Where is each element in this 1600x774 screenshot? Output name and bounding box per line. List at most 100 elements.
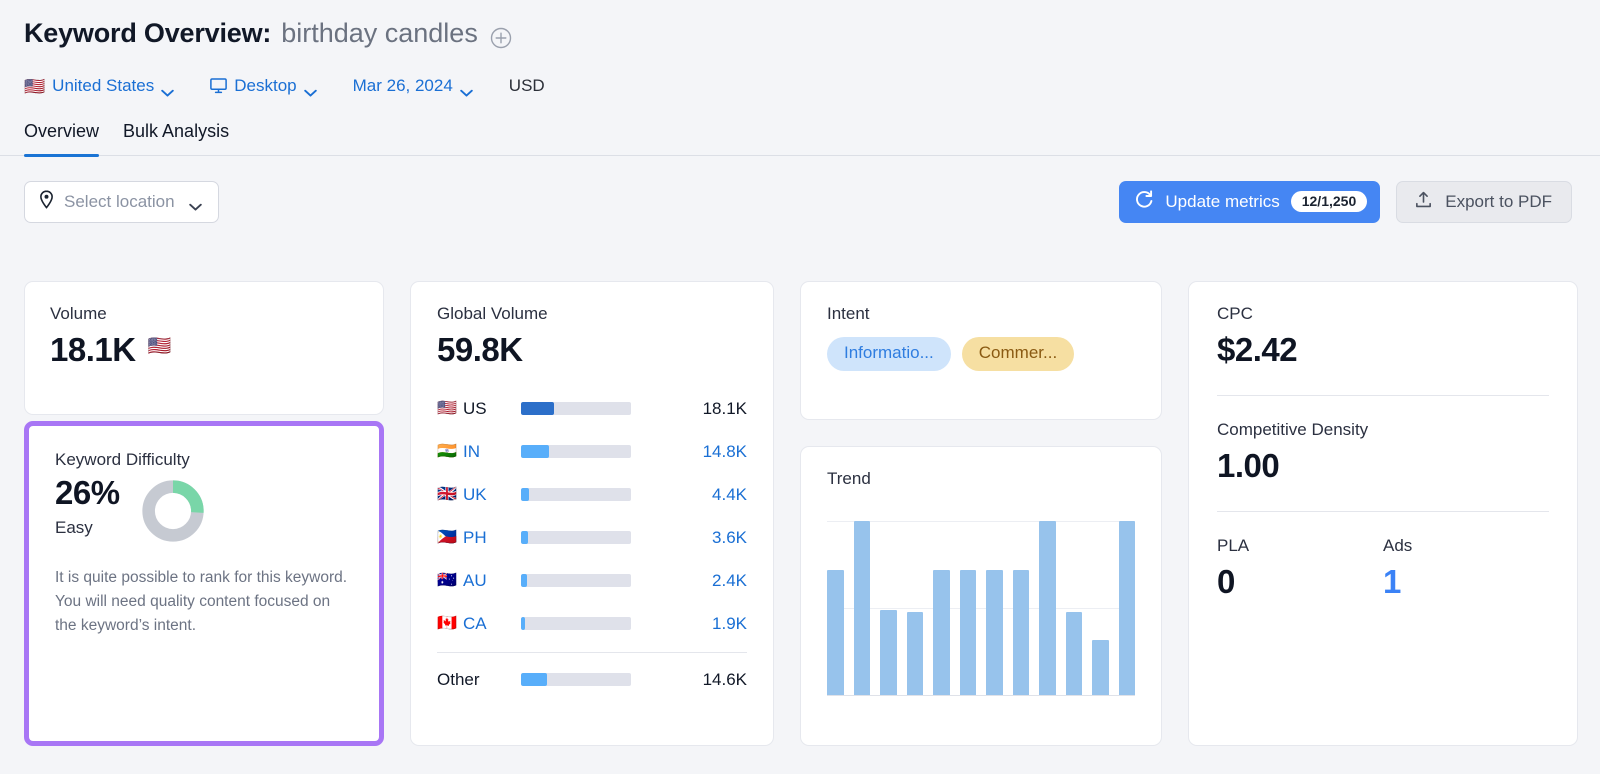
list-item[interactable]: 🇵🇭 PH 3.6K (437, 516, 747, 559)
volume-bar-track (521, 617, 631, 630)
country-flag-icon: 🇬🇧 (437, 485, 457, 503)
country-code[interactable]: CA (463, 614, 521, 634)
chevron-down-icon (161, 82, 174, 97)
list-item[interactable]: 🇨🇦 CA 1.9K (437, 602, 747, 645)
ads-value[interactable]: 1 (1383, 563, 1549, 601)
competitive-density-label: Competitive Density (1217, 420, 1369, 439)
global-volume-list: 🇺🇸 US 18.1K 🇮🇳 IN 14.8K 🇬🇧 UK 4.4K 🇵🇭 PH… (437, 387, 747, 701)
column-intent-trend: Intent Informatio... Commer... Trend (800, 281, 1162, 746)
volume-label: Volume (50, 304, 107, 323)
trend-label: Trend (827, 469, 871, 488)
country-volume[interactable]: 2.4K (631, 571, 747, 591)
country-code[interactable]: UK (463, 485, 521, 505)
country-selector[interactable]: 🇺🇸 United States (24, 76, 174, 97)
device-selector[interactable]: Desktop (210, 76, 317, 97)
volume-bar-track (521, 445, 631, 458)
country-volume[interactable]: 4.4K (631, 485, 747, 505)
date-selector[interactable]: Mar 26, 2024 (353, 76, 473, 97)
chevron-down-icon (188, 198, 202, 211)
tab-overview[interactable]: Overview (24, 121, 100, 157)
intent-card: Intent Informatio... Commer... (800, 281, 1162, 420)
keyword-difficulty-card: Keyword Difficulty 26% Easy It is quite … (24, 421, 384, 746)
update-metrics-count: 12/1,250 (1290, 191, 1368, 212)
volume-bar-fill (521, 617, 526, 630)
list-item[interactable]: 🇺🇸 US 18.1K (437, 387, 747, 430)
export-pdf-label: Export to PDF (1445, 191, 1552, 211)
update-metrics-label: Update metrics (1165, 191, 1280, 211)
trend-bar-1 (827, 570, 844, 696)
status-badge-informational[interactable]: Informatio... (827, 337, 951, 371)
pla-label: PLA (1217, 536, 1250, 555)
upload-icon (1414, 190, 1433, 214)
list-item[interactable]: 🇮🇳 IN 14.8K (437, 430, 747, 473)
map-pin-icon (39, 189, 54, 214)
country-code[interactable]: IN (463, 442, 521, 462)
country-code[interactable]: PH (463, 528, 521, 548)
ads-block: Ads 1 (1383, 536, 1549, 601)
trend-bar-5 (933, 570, 950, 696)
keyword-overview-page: Keyword Overview: birthday candles 🇺🇸 Un… (0, 0, 1600, 774)
intent-badge-list: Informatio... Commer... (827, 337, 1135, 371)
kd-value-row: 26% Easy (55, 472, 353, 544)
volume-bar-track (521, 673, 631, 686)
country-flag-icon: 🇨🇦 (437, 614, 457, 632)
volume-bar-track (521, 488, 631, 501)
monitor-icon (210, 78, 228, 94)
country-volume[interactable]: 14.8K (631, 442, 747, 462)
status-badge-commercial[interactable]: Commer... (961, 337, 1075, 371)
list-item[interactable]: 🇬🇧 UK 4.4K (437, 473, 747, 516)
competitive-density-block: Competitive Density 1.00 (1217, 396, 1549, 485)
trend-bars (827, 521, 1135, 696)
country-volume[interactable]: 1.9K (631, 614, 747, 634)
trend-bar-12 (1118, 521, 1135, 696)
list-item[interactable]: 🇦🇺 AU 2.4K (437, 559, 747, 602)
location-select[interactable]: Select location (24, 180, 219, 223)
cpc-label: CPC (1217, 304, 1253, 323)
country-flag-icon: 🇦🇺 (437, 571, 457, 589)
volume-value: 18.1K (50, 331, 136, 368)
trend-card: Trend (800, 446, 1162, 746)
kd-donut-chart (140, 478, 206, 544)
kd-percent: 26% (55, 474, 120, 511)
volume-bar-fill (521, 488, 529, 501)
ads-label: Ads (1383, 536, 1413, 555)
global-volume-label: Global Volume (437, 304, 548, 323)
tab-list: Overview Bulk Analysis (0, 121, 1600, 157)
tab-bulk-analysis[interactable]: Bulk Analysis (123, 121, 229, 155)
update-metrics-button[interactable]: Update metrics 12/1,250 (1119, 180, 1381, 223)
global-volume-card: Global Volume 59.8K 🇺🇸 US 18.1K 🇮🇳 IN 14… (410, 281, 774, 746)
title-row: Keyword Overview: birthday candles (24, 18, 1600, 58)
other-volume: 14.6K (702, 669, 747, 689)
metrics-grid: Volume 18.1K 🇺🇸 Keyword Difficulty 26% E… (24, 281, 1578, 746)
column-volume-kd: Volume 18.1K 🇺🇸 Keyword Difficulty 26% E… (24, 281, 384, 746)
kd-rating: Easy (55, 518, 93, 537)
pla-ads-block: PLA 0 Ads 1 (1217, 512, 1549, 601)
country-flag-icon: 🇺🇸 (437, 399, 457, 417)
trend-bar-8 (1012, 570, 1029, 696)
country-label: United States (52, 76, 155, 95)
keyword-text: birthday candles (281, 18, 478, 48)
country-code[interactable]: AU (463, 571, 521, 591)
column-cpc-density: CPC $2.42 Competitive Density 1.00 PLA 0… (1188, 281, 1578, 746)
export-pdf-button[interactable]: Export to PDF (1396, 180, 1572, 223)
location-placeholder: Select location (64, 191, 175, 211)
chevron-down-icon (460, 82, 473, 97)
competitive-density-value: 1.00 (1217, 447, 1280, 484)
global-volume-value: 59.8K (437, 331, 523, 368)
pla-block: PLA 0 (1217, 536, 1383, 601)
tabs-divider (0, 155, 1600, 156)
trend-bar-11 (1092, 640, 1109, 696)
currency-label: USD (508, 76, 545, 95)
tabs-bar: Overview Bulk Analysis (0, 121, 1600, 157)
country-flag-icon: 🇺🇸 (24, 76, 46, 96)
country-flag-icon: 🇮🇳 (437, 442, 457, 460)
country-volume[interactable]: 3.6K (631, 528, 747, 548)
volume-flag-icon: 🇺🇸 (147, 336, 172, 357)
volume-bar-fill (521, 445, 549, 458)
country-code: US (463, 398, 487, 418)
volume-value-row: 18.1K 🇺🇸 (50, 324, 358, 369)
kd-value-block: 26% Easy (55, 472, 120, 538)
volume-bar-fill (521, 402, 554, 415)
volume-bar-track (521, 402, 631, 415)
add-circle-icon[interactable] (490, 27, 512, 49)
